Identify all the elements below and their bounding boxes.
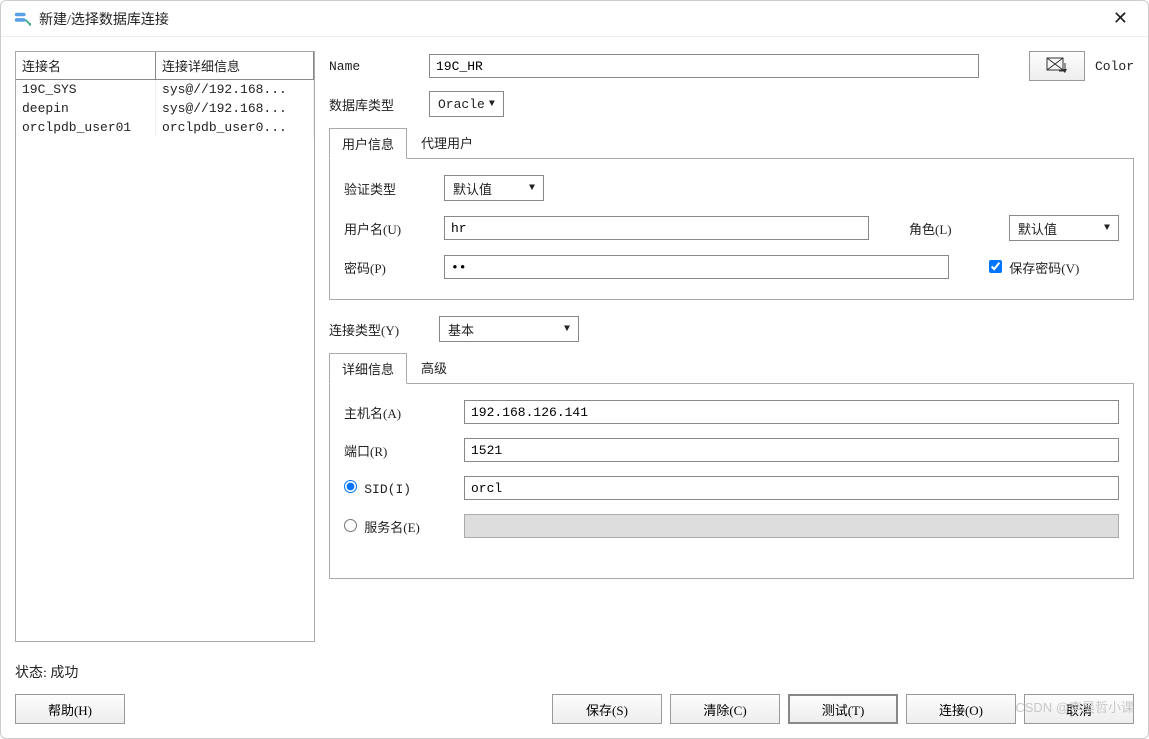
color-button[interactable]	[1029, 51, 1085, 81]
clear-button[interactable]: 清除(C)	[670, 694, 780, 724]
color-picker-icon	[1046, 57, 1068, 75]
service-radio-label[interactable]: 服务名(E)	[344, 517, 454, 536]
tab-detail[interactable]: 详细信息	[329, 353, 407, 384]
port-input[interactable]	[464, 438, 1119, 462]
tab-user-info[interactable]: 用户信息	[329, 128, 407, 159]
chevron-down-icon: ▼	[489, 99, 495, 110]
color-label: Color	[1095, 59, 1134, 74]
table-row[interactable]: deepinsys@//192.168...	[16, 99, 314, 118]
authtype-select[interactable]: 默认值 ▼	[444, 175, 544, 201]
conn-tabs-container: 详细信息 高级 主机名(A) 端口(R) SID(	[329, 352, 1134, 579]
save-button[interactable]: 保存(S)	[552, 694, 662, 724]
table-row[interactable]: 19C_SYSsys@//192.168...	[16, 80, 314, 100]
chevron-down-icon: ▼	[1104, 223, 1110, 234]
connect-button[interactable]: 连接(O)	[906, 694, 1016, 724]
detail-pane: 主机名(A) 端口(R) SID(I)	[329, 384, 1134, 579]
hostname-label: 主机名(A)	[344, 403, 454, 422]
cancel-button[interactable]: 取消	[1024, 694, 1134, 724]
authtype-label: 验证类型	[344, 179, 434, 198]
role-label: 角色(L)	[909, 219, 999, 238]
dbtype-label: 数据库类型	[329, 95, 419, 114]
tab-advanced[interactable]: 高级	[409, 353, 459, 384]
save-password-checkbox[interactable]	[989, 260, 1002, 273]
test-button[interactable]: 测试(T)	[788, 694, 898, 724]
name-input[interactable]	[429, 54, 979, 78]
conntype-label: 连接类型(Y)	[329, 320, 429, 339]
table-row[interactable]: orclpdb_user01orclpdb_user0...	[16, 118, 314, 137]
dialog-body: 连接名 连接详细信息 19C_SYSsys@//192.168... deepi…	[1, 37, 1148, 656]
service-input	[464, 514, 1119, 538]
conntype-select[interactable]: 基本 ▼	[439, 316, 579, 342]
port-label: 端口(R)	[344, 441, 454, 460]
chevron-down-icon: ▼	[564, 324, 570, 335]
save-password-checkbox-label[interactable]: 保存密码(V)	[989, 258, 1119, 277]
password-input[interactable]	[444, 255, 949, 279]
dialog-window: 新建/选择数据库连接 ✕ 连接名 连接详细信息 19C_SYSsys@//192…	[0, 0, 1149, 739]
sid-input[interactable]	[464, 476, 1119, 500]
tab-proxy-user[interactable]: 代理用户	[409, 128, 485, 159]
hostname-input[interactable]	[464, 400, 1119, 424]
form-panel: Name Color 数据库类型 Oracle ▼ 用户信息 代理用户	[329, 51, 1134, 642]
status-line: 状态: 成功	[1, 656, 1148, 682]
name-label: Name	[329, 59, 419, 74]
role-select[interactable]: 默认值 ▼	[1009, 215, 1119, 241]
username-label: 用户名(U)	[344, 219, 434, 238]
db-connection-icon	[13, 10, 31, 28]
window-title: 新建/选择数据库连接	[39, 9, 1105, 29]
username-input[interactable]	[444, 216, 869, 240]
chevron-down-icon: ▼	[529, 183, 535, 194]
sid-radio-label[interactable]: SID(I)	[344, 480, 454, 497]
footer-buttons: 帮助(H) 保存(S) 清除(C) 测试(T) 连接(O) 取消	[1, 682, 1148, 738]
col-conn-detail[interactable]: 连接详细信息	[156, 52, 314, 80]
titlebar: 新建/选择数据库连接 ✕	[1, 1, 1148, 37]
user-info-pane: 验证类型 默认值 ▼ 用户名(U) 角色(L) 默认值 ▼	[329, 159, 1134, 300]
help-button[interactable]: 帮助(H)	[15, 694, 125, 724]
sid-radio[interactable]	[344, 480, 357, 493]
connections-list: 连接名 连接详细信息 19C_SYSsys@//192.168... deepi…	[15, 51, 315, 642]
close-button[interactable]: ✕	[1105, 4, 1136, 33]
dbtype-select[interactable]: Oracle ▼	[429, 91, 504, 117]
password-label: 密码(P)	[344, 258, 434, 277]
user-tabs-container: 用户信息 代理用户 验证类型 默认值 ▼ 用户名(U)	[329, 127, 1134, 300]
service-radio[interactable]	[344, 519, 357, 532]
col-conn-name[interactable]: 连接名	[16, 52, 156, 80]
